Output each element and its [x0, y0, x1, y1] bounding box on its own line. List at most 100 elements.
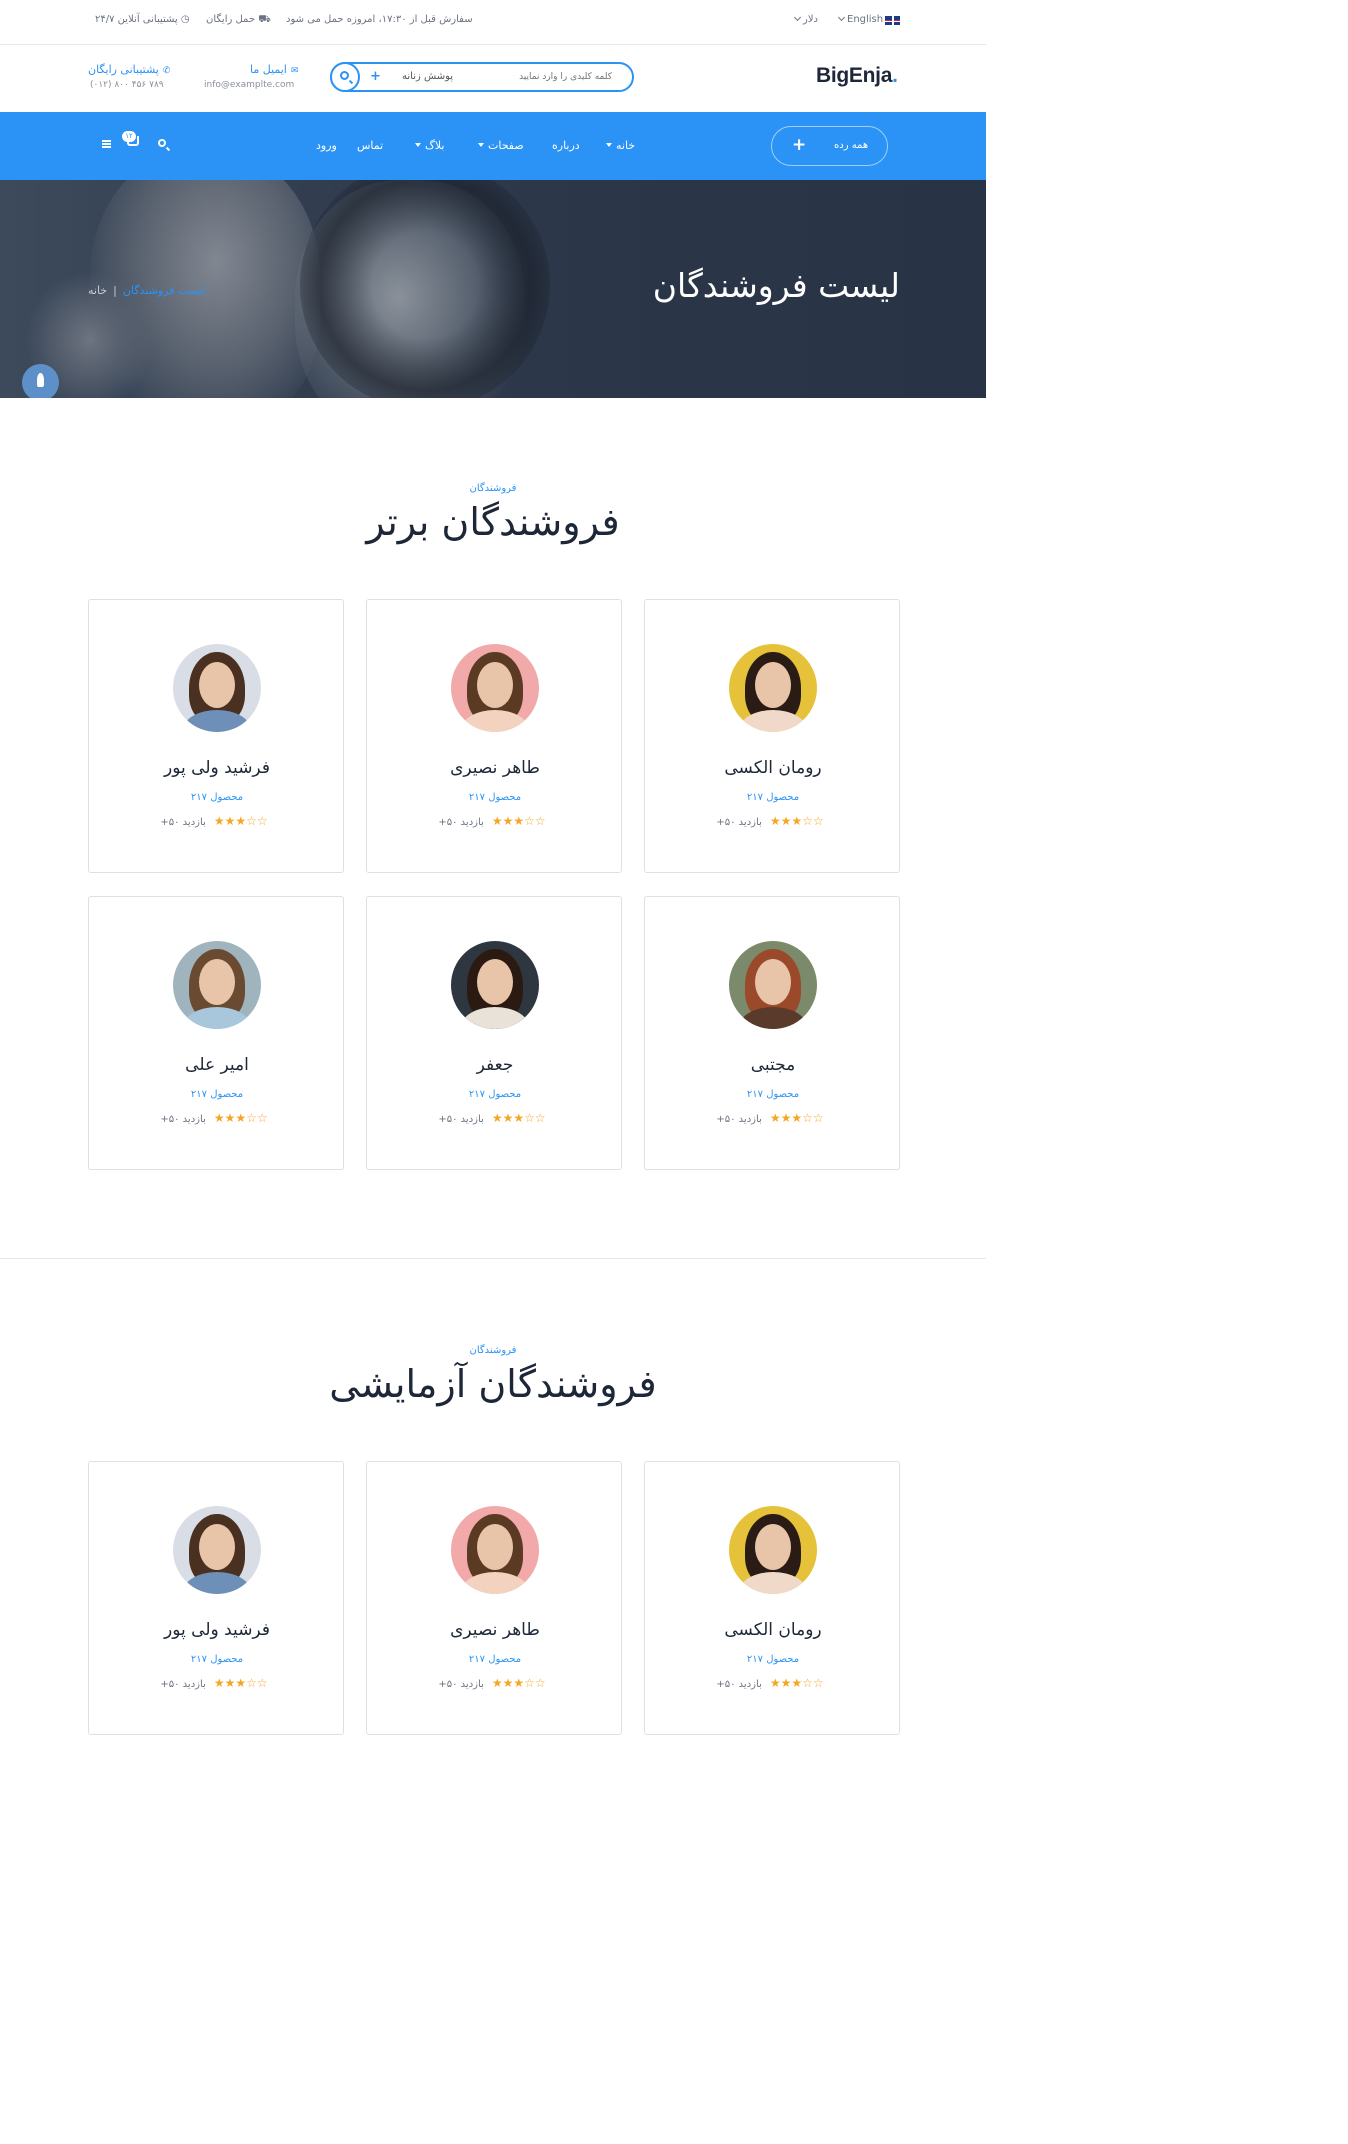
nav-item-about[interactable]: درباره: [552, 139, 580, 152]
nav-item-contact[interactable]: تماس: [357, 139, 383, 152]
rating-stars: ★★★☆☆: [492, 1111, 546, 1125]
vendor-name[interactable]: فرشید ولی پور: [89, 1620, 343, 1640]
phone-icon: ✆: [162, 66, 171, 76]
nav-item-blog[interactable]: بلاگ: [411, 139, 444, 152]
vendor-name[interactable]: رومان الکسی: [645, 758, 899, 778]
vendor-avatar[interactable]: [451, 941, 539, 1029]
star-full-icon: ★: [769, 1111, 781, 1125]
star-full-icon: ★: [213, 814, 225, 828]
vendor-name[interactable]: طاهر نصیری: [367, 758, 621, 778]
star-empty-icon: ☆: [256, 814, 268, 828]
vendor-products: ۲۱۷ محصول: [468, 1089, 522, 1100]
uk-flag-icon[interactable]: [885, 16, 900, 25]
star-half-icon: ☆: [246, 1111, 257, 1125]
menu-icon[interactable]: [102, 140, 111, 148]
vendor-card[interactable]: جعفر ۲۱۷ محصول +۵۰ بازدید ★★★☆☆: [366, 896, 622, 1170]
logo[interactable]: BigEnja.: [816, 64, 898, 88]
vendor-products: ۲۱۷ محصول: [468, 792, 522, 803]
rating-stars: ★★★☆☆: [492, 1676, 546, 1690]
vendor-avatar[interactable]: [729, 1506, 817, 1594]
section-subtitle: فروشندگان: [469, 1345, 517, 1356]
nav-item-login[interactable]: ورود: [316, 139, 337, 152]
search-input[interactable]: [462, 69, 612, 85]
chevron-down-icon: [793, 13, 802, 22]
breadcrumb-home[interactable]: خانه: [88, 284, 107, 297]
star-full-icon: ★: [224, 1111, 236, 1125]
plus-icon: +: [792, 135, 807, 155]
star-half-icon: ☆: [524, 1676, 535, 1690]
vendor-visits: +۵۰ بازدید: [160, 1114, 206, 1125]
vendor-name[interactable]: امیر علی: [89, 1055, 343, 1075]
vendor-rating: +۵۰ بازدید ★★★☆☆: [645, 814, 899, 828]
language-selector[interactable]: English: [836, 13, 883, 25]
vendor-card[interactable]: امیر علی ۲۱۷ محصول +۵۰ بازدید ★★★☆☆: [88, 896, 344, 1170]
star-full-icon: ★: [502, 814, 514, 828]
star-empty-icon: ☆: [534, 1676, 546, 1690]
star-full-icon: ★: [780, 1111, 792, 1125]
support-link[interactable]: پشتیبانی رایگان ✆: [88, 63, 170, 76]
vendor-card[interactable]: فرشید ولی پور ۲۱۷ محصول +۵۰ بازدید ★★★☆☆: [88, 599, 344, 873]
vendor-rating: +۵۰ بازدید ★★★☆☆: [89, 814, 343, 828]
star-full-icon: ★: [491, 814, 503, 828]
currency-selector[interactable]: دلار: [792, 13, 818, 25]
vendor-card[interactable]: طاهر نصیری ۲۱۷ محصول +۵۰ بازدید ★★★☆☆: [366, 1461, 622, 1735]
rocket-icon[interactable]: [22, 364, 59, 398]
star-full-icon: ★: [513, 1676, 525, 1690]
star-full-icon: ★: [213, 1111, 225, 1125]
vendor-card[interactable]: رومان الکسی ۲۱۷ محصول +۵۰ بازدید ★★★☆☆: [644, 1461, 900, 1735]
vendor-avatar[interactable]: [729, 941, 817, 1029]
search-icon[interactable]: [158, 139, 166, 147]
star-full-icon: ★: [235, 1676, 247, 1690]
vendor-name[interactable]: رومان الکسی: [645, 1620, 899, 1640]
star-empty-icon: ☆: [812, 1676, 824, 1690]
all-categories-button[interactable]: + همه رده: [771, 126, 888, 166]
rating-stars: ★★★☆☆: [214, 1111, 268, 1125]
search-button[interactable]: [330, 62, 360, 92]
vendor-card[interactable]: رومان الکسی ۲۱۷ محصول +۵۰ بازدید ★★★☆☆: [644, 599, 900, 873]
vendor-name[interactable]: مجتبی: [645, 1055, 899, 1075]
star-empty-icon: ☆: [534, 814, 546, 828]
vendor-card[interactable]: فرشید ولی پور ۲۱۷ محصول +۵۰ بازدید ★★★☆☆: [88, 1461, 344, 1735]
vendor-avatar[interactable]: [729, 644, 817, 732]
order-notice: سفارش قبل از ۱۷:۳۰، امروزه حمل می شود: [286, 14, 473, 25]
top-bar: English دلار سفارش قبل از ۱۷:۳۰، امروزه …: [0, 0, 986, 45]
email-link[interactable]: ایمیل ما ✉: [250, 63, 298, 76]
breadcrumb-current[interactable]: لیست فروشندگان: [123, 284, 205, 297]
vendor-avatar[interactable]: [451, 1506, 539, 1594]
vendor-avatar[interactable]: [173, 1506, 261, 1594]
star-full-icon: ★: [502, 1111, 514, 1125]
rating-stars: ★★★☆☆: [770, 1111, 824, 1125]
vendor-rating: +۵۰ بازدید ★★★☆☆: [89, 1111, 343, 1125]
main-nav: + همه رده خانه درباره صفحات بلاگ تماس ور…: [0, 112, 986, 180]
plus-icon[interactable]: +: [370, 69, 381, 84]
vendor-rating: +۵۰ بازدید ★★★☆☆: [367, 1111, 621, 1125]
star-full-icon: ★: [491, 1676, 503, 1690]
star-full-icon: ★: [513, 814, 525, 828]
vendor-card[interactable]: مجتبی ۲۱۷ محصول +۵۰ بازدید ★★★☆☆: [644, 896, 900, 1170]
star-half-icon: ☆: [524, 814, 535, 828]
vendor-visits: +۵۰ بازدید: [438, 817, 484, 828]
vendor-avatar[interactable]: [173, 644, 261, 732]
star-full-icon: ★: [791, 814, 803, 828]
rating-stars: ★★★☆☆: [214, 1676, 268, 1690]
search-bar: + پوشش زنانه: [330, 62, 634, 92]
vendor-avatar[interactable]: [173, 941, 261, 1029]
vendor-card[interactable]: طاهر نصیری ۲۱۷ محصول +۵۰ بازدید ★★★☆☆: [366, 599, 622, 873]
vendor-products: ۲۱۷ محصول: [190, 1089, 244, 1100]
nav-item-home[interactable]: خانه: [602, 139, 635, 152]
category-select[interactable]: پوشش زنانه: [402, 71, 453, 82]
vendor-name[interactable]: جعفر: [367, 1055, 621, 1075]
vendor-rating: +۵۰ بازدید ★★★☆☆: [645, 1111, 899, 1125]
vendor-avatar[interactable]: [451, 644, 539, 732]
vendor-name[interactable]: فرشید ولی پور: [89, 758, 343, 778]
section-title: فروشندگان آزمایشی: [329, 1362, 657, 1406]
page-title: لیست فروشندگان: [652, 266, 900, 305]
vendor-rating: +۵۰ بازدید ★★★☆☆: [645, 1676, 899, 1690]
star-full-icon: ★: [213, 1676, 225, 1690]
nav-item-pages[interactable]: صفحات: [474, 139, 524, 152]
vendor-products: ۲۱۷ محصول: [468, 1654, 522, 1665]
vendor-products: ۲۱۷ محصول: [746, 792, 800, 803]
star-empty-icon: ☆: [256, 1111, 268, 1125]
vendor-products: ۲۱۷ محصول: [746, 1089, 800, 1100]
vendor-name[interactable]: طاهر نصیری: [367, 1620, 621, 1640]
